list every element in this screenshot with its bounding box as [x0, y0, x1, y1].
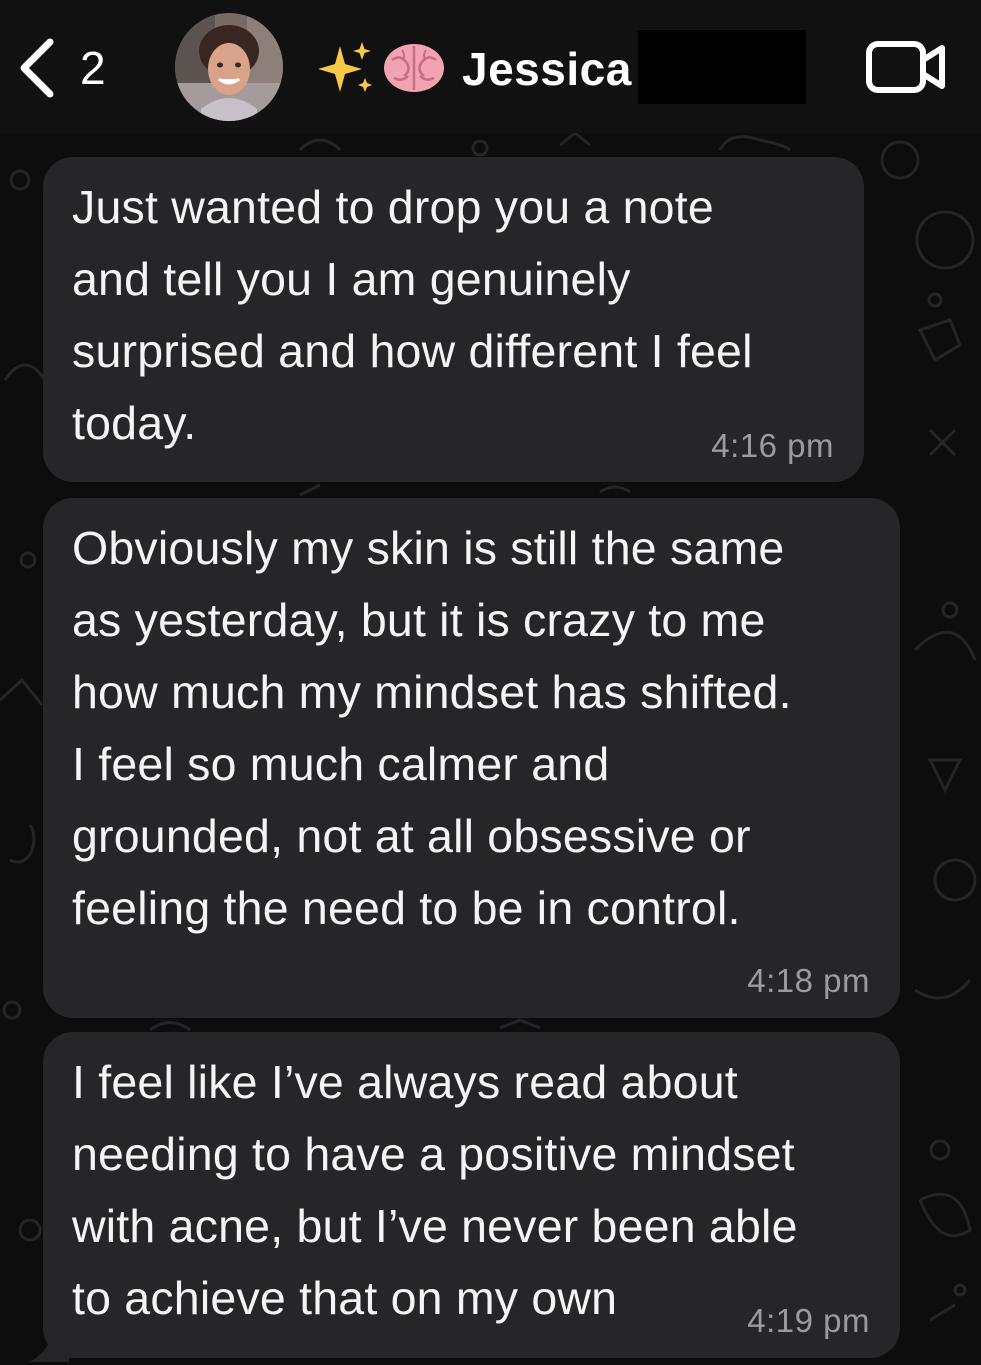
contact-title[interactable]: Jessica	[316, 34, 632, 104]
message-bubble[interactable]: Just wanted to drop you a note and tell …	[43, 157, 864, 482]
sparkles-icon	[318, 42, 372, 92]
avatar-image	[175, 13, 283, 121]
unread-count: 2	[80, 42, 106, 94]
back-button[interactable]: 2	[14, 30, 106, 106]
message-line: to achieve that on my own	[72, 1272, 618, 1324]
chat-header: 2 Jessica	[0, 0, 981, 133]
message-timestamp: 4:19 pm	[747, 1302, 870, 1339]
avatar[interactable]	[175, 13, 283, 121]
message-line: Obviously my skin is still the same	[72, 522, 785, 574]
message-line: needing to have a positive mindset	[72, 1128, 795, 1180]
message-line: with acne, but I’ve never been able	[72, 1200, 798, 1252]
message-line: Just wanted to drop you a note	[72, 181, 714, 233]
brain-icon	[384, 44, 444, 92]
message-timestamp: 4:16 pm	[711, 427, 834, 464]
message-line: surprised and how different I feel	[72, 325, 753, 377]
message-line: and tell you I am genuinely	[72, 253, 631, 305]
chevron-left-icon	[20, 38, 54, 98]
message-line: I feel so much calmer and	[72, 738, 610, 790]
message-bubble[interactable]: Obviously my skin is still the same as y…	[43, 498, 900, 1018]
message-line: I feel like I’ve always read about	[72, 1056, 738, 1108]
bubble-tail	[29, 1322, 69, 1362]
message-bubble[interactable]: I feel like I’ve always read about needi…	[29, 1032, 900, 1362]
message-line: how much my mindset has shifted.	[72, 666, 792, 718]
message-line: feeling the need to be in control.	[72, 882, 741, 934]
contact-name: Jessica	[462, 43, 632, 95]
video-call-icon[interactable]	[866, 40, 946, 94]
message-line: grounded, not at all obsessive or	[72, 810, 751, 862]
message-line: as yesterday, but it is crazy to me	[72, 594, 766, 646]
message-timestamp: 4:18 pm	[747, 962, 870, 999]
redacted-surname	[638, 30, 806, 104]
message-line: today.	[72, 397, 197, 449]
